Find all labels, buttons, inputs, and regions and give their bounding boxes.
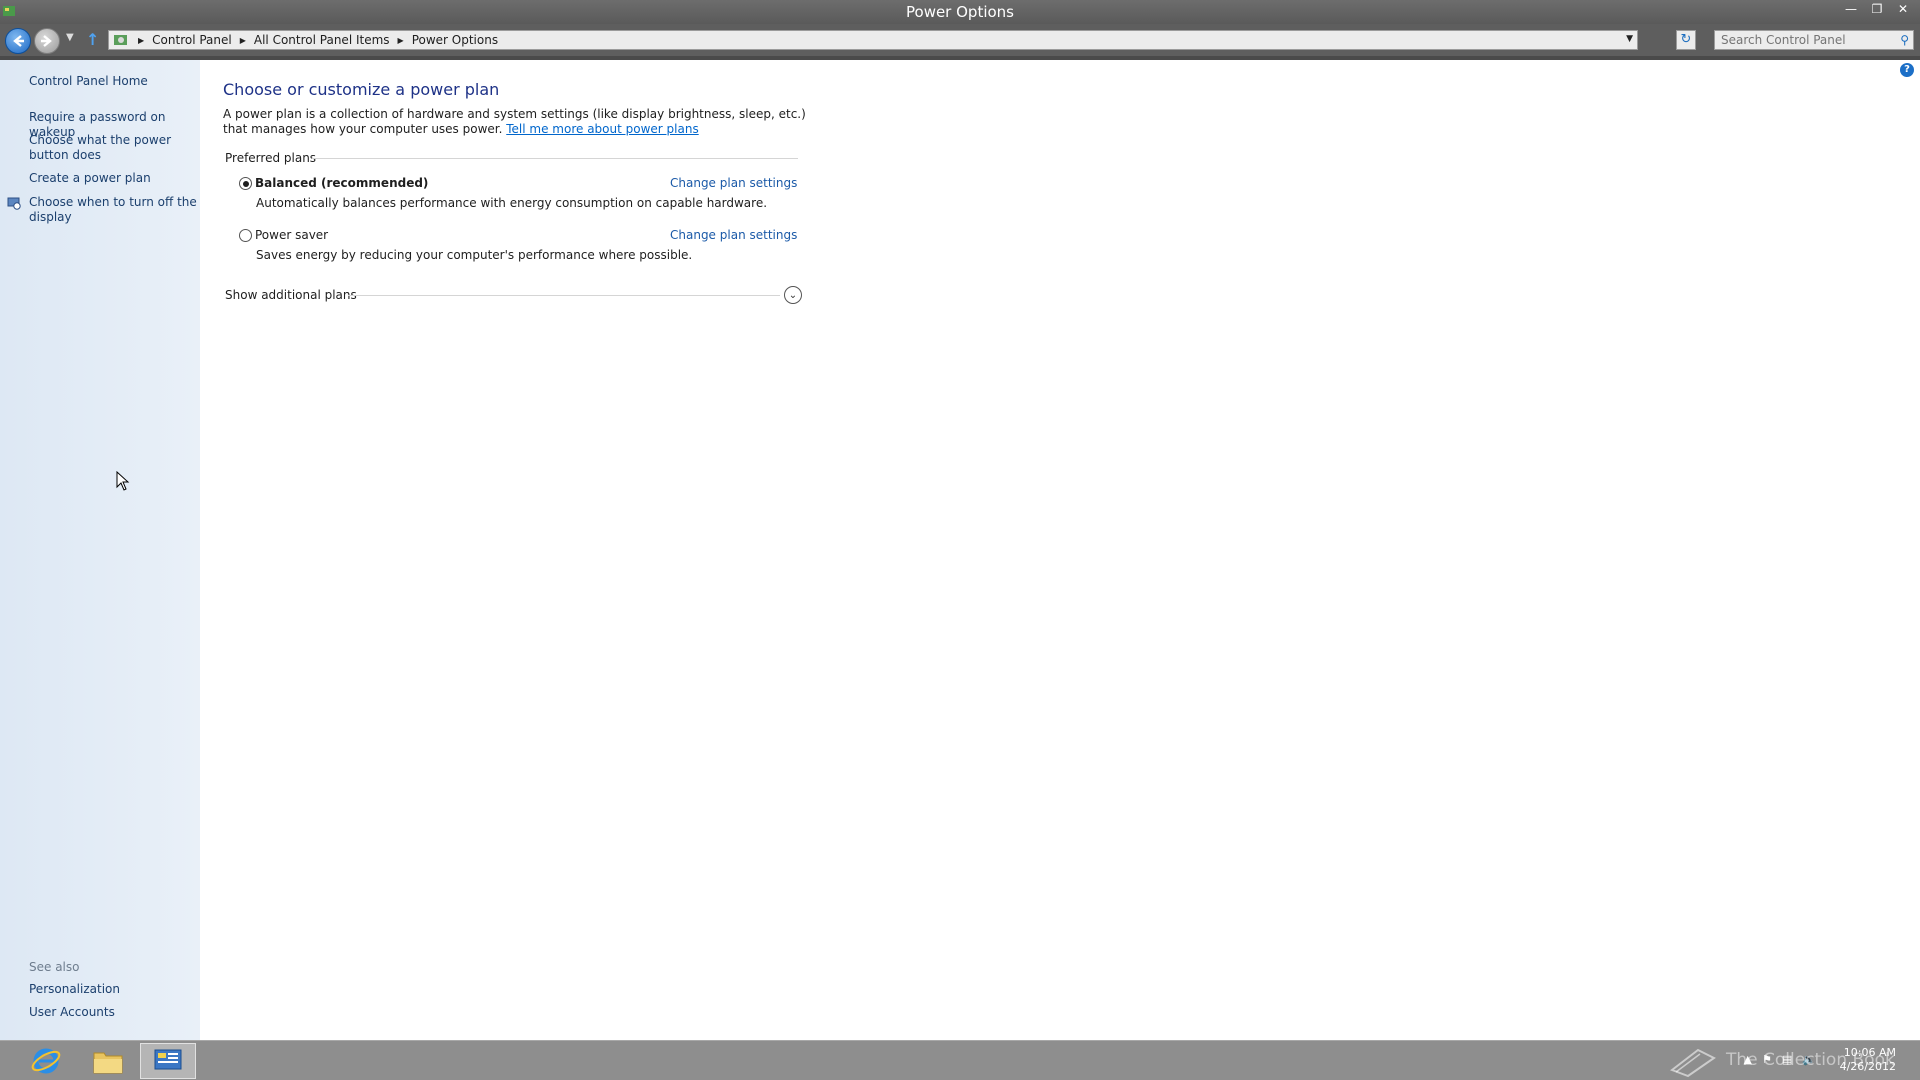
sidebar-power-button[interactable]: Choose what the power button does [29, 133, 199, 163]
book-logo-icon [1669, 1048, 1716, 1078]
sidebar-control-panel-home[interactable]: Control Panel Home [29, 74, 199, 89]
taskbar-file-explorer[interactable] [80, 1043, 136, 1079]
folder-icon [93, 1052, 123, 1074]
breadcrumb-power-options[interactable]: Power Options [412, 33, 498, 47]
forward-button[interactable] [34, 28, 60, 54]
window-title: Power Options [906, 3, 1014, 21]
plan-name-balanced[interactable]: Balanced (recommended) [255, 176, 428, 190]
window-controls: — ❐ ✕ [1840, 0, 1914, 20]
plan-name-power-saver[interactable]: Power saver [255, 228, 328, 242]
forward-arrow-icon [41, 35, 52, 47]
change-plan-settings-balanced[interactable]: Change plan settings [670, 176, 797, 190]
watermark-text: The Collection Book [1726, 1050, 1895, 1070]
breadcrumb-separator-icon[interactable]: ▶ [240, 36, 246, 45]
section-divider [312, 158, 798, 159]
plan-desc-balanced: Automatically balances performance with … [256, 196, 768, 210]
plan-desc-power-saver: Saves energy by reducing your computer's… [256, 248, 693, 262]
control-panel-taskbar-icon [154, 1049, 182, 1070]
navigation-bar: ▼ ↑ ▶ Control Panel ▶ All Control Panel … [0, 24, 1920, 56]
taskbar-internet-explorer[interactable] [18, 1043, 74, 1079]
up-arrow-icon[interactable]: ↑ [86, 30, 99, 49]
show-more-divider [348, 295, 780, 296]
taskbar-control-panel[interactable] [140, 1043, 196, 1079]
see-also-label: See also [29, 960, 80, 974]
search-box: ⚲ [1714, 30, 1914, 50]
sidebar-turn-off-display[interactable]: Choose when to turn off the display [29, 195, 199, 225]
control-panel-icon [114, 35, 127, 45]
title-bar: Power Options — ❐ ✕ [0, 0, 1920, 24]
sidebar: Control Panel Home Require a password on… [0, 60, 200, 1040]
intro-text: A power plan is a collection of hardware… [223, 107, 823, 137]
taskbar: ▲ ⚑ ▤ 🔈 10:06 AM 4/26/2012 [0, 1040, 1920, 1080]
breadcrumb-control-panel[interactable]: Control Panel [152, 33, 232, 47]
refresh-button[interactable]: ↻ [1676, 30, 1696, 50]
breadcrumb-all-items[interactable]: All Control Panel Items [254, 33, 390, 47]
power-saver-radio[interactable] [239, 229, 252, 242]
change-plan-settings-power-saver[interactable]: Change plan settings [670, 228, 797, 242]
watermark: The Collection Book [1668, 1040, 1908, 1080]
minimize-button[interactable]: — [1840, 0, 1862, 18]
tell-me-more-link[interactable]: Tell me more about power plans [506, 122, 698, 136]
search-input[interactable] [1715, 31, 1885, 49]
internet-explorer-icon [31, 1048, 61, 1074]
recent-locations-dropdown[interactable]: ▼ [66, 32, 74, 43]
display-clock-icon [7, 197, 21, 210]
close-button[interactable]: ✕ [1892, 0, 1914, 18]
expand-chevron-icon[interactable]: ⌄ [784, 286, 802, 304]
balanced-radio[interactable] [239, 177, 252, 190]
sidebar-user-accounts[interactable]: User Accounts [29, 1005, 199, 1020]
page-title: Choose or customize a power plan [223, 80, 500, 99]
address-bar[interactable]: ▶ Control Panel ▶ All Control Panel Item… [108, 30, 1638, 50]
sidebar-create-plan[interactable]: Create a power plan [29, 171, 199, 186]
breadcrumb-separator-icon[interactable]: ▶ [138, 36, 144, 45]
preferred-plans-heading: Preferred plans [225, 151, 317, 165]
mouse-cursor-icon [116, 471, 130, 491]
search-icon[interactable]: ⚲ [1900, 33, 1909, 47]
back-button[interactable] [5, 28, 31, 54]
sidebar-personalization[interactable]: Personalization [29, 982, 199, 997]
back-arrow-icon [13, 35, 24, 47]
address-dropdown-icon[interactable]: ▼ [1626, 34, 1633, 44]
nav-divider [0, 56, 1920, 60]
maximize-button[interactable]: ❐ [1866, 0, 1888, 18]
help-icon[interactable]: ? [1900, 63, 1914, 77]
breadcrumb-separator-icon[interactable]: ▶ [398, 36, 404, 45]
show-additional-plans[interactable]: Show additional plans [225, 288, 357, 302]
